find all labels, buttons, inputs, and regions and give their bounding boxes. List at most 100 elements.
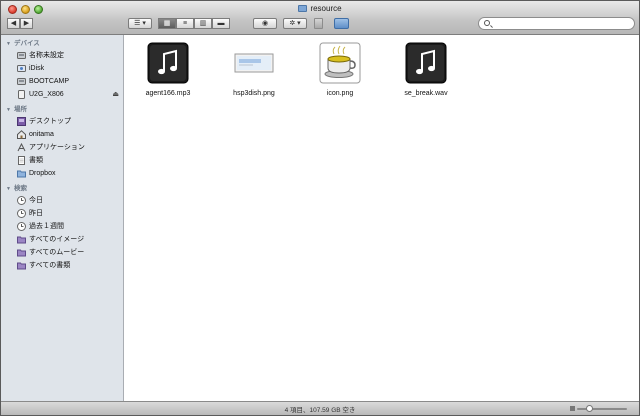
sidebar-item-label: BOOTCAMP: [29, 78, 70, 85]
sidebar-item-label: 過去１週間: [29, 223, 64, 230]
sidebar-item-desktop[interactable]: デスクトップ: [1, 115, 123, 128]
home-icon: [17, 130, 26, 139]
sidebar-item-today[interactable]: 今日: [1, 194, 123, 207]
section-title: 場所: [13, 106, 27, 113]
folder-icon: [17, 170, 26, 178]
section-header-devices[interactable]: ▼ デバイス: [1, 38, 123, 49]
column-view-icon: ▥: [199, 20, 207, 27]
section-title: 検索: [13, 185, 27, 192]
sidebar-section-places: ▼ 場所 デスクトップ onitama アプリケーション 書類 Dropbox: [1, 104, 123, 180]
slider-knob[interactable]: [586, 405, 593, 412]
sidebar-item-u2g[interactable]: U2G_X806 ⏏: [1, 88, 123, 101]
sidebar-item-all-movies[interactable]: すべてのムービー: [1, 246, 123, 259]
action-button[interactable]: ✲ ▾: [283, 18, 307, 29]
file-browser-area[interactable]: agent166.mp3 hsp3dish.png icon.png se_br…: [124, 35, 639, 401]
arrange-button[interactable]: ☰ ▾: [128, 18, 152, 29]
window-title: resource: [310, 4, 342, 13]
folder-icon: [298, 5, 308, 12]
small-icon-size-icon: [570, 406, 575, 411]
coverflow-view-button[interactable]: ▬: [212, 18, 230, 29]
back-button[interactable]: ◀: [7, 18, 20, 29]
eject-icon[interactable]: ⏏: [112, 88, 119, 101]
status-text: 4 項目、107.59 GB 空き: [284, 407, 356, 414]
sidebar-item-yesterday[interactable]: 昨日: [1, 207, 123, 220]
file-name[interactable]: agent166.mp3: [128, 90, 208, 97]
disk-icon: [17, 78, 26, 85]
sidebar-item-label: 昨日: [29, 210, 43, 217]
window-title-container: resource: [1, 4, 639, 13]
sidebar-item-home[interactable]: onitama: [1, 128, 123, 141]
icon-view-icon: ▦: [163, 20, 171, 27]
section-title: デバイス: [13, 40, 40, 47]
file-name[interactable]: se_break.wav: [386, 90, 466, 97]
sidebar-item-applications[interactable]: アプリケーション: [1, 141, 123, 154]
sidebar-item-label: デスクトップ: [29, 118, 71, 125]
file-name[interactable]: hsp3dish.png: [214, 90, 294, 97]
clock-icon: [17, 209, 26, 218]
image-file-icon: [234, 53, 274, 73]
section-header-search[interactable]: ▼ 検索: [1, 183, 123, 194]
sidebar-section-devices: ▼ デバイス 名称未設定 iDisk BOOTCAMP U2G_X806 ⏏: [1, 38, 123, 101]
sidebar-item-documents[interactable]: 書類: [1, 154, 123, 167]
idisk-icon: [17, 65, 26, 72]
forward-arrow-icon: ▶: [23, 20, 30, 27]
quicklook-button[interactable]: ◉: [253, 18, 277, 29]
file-item[interactable]: icon.png: [300, 42, 380, 102]
clock-icon: [17, 196, 26, 205]
sidebar-item-label: Dropbox: [29, 170, 56, 177]
music-file-icon: [405, 42, 447, 84]
sidebar-item-label: 名称未設定: [29, 52, 64, 59]
sidebar-item-label: onitama: [29, 131, 54, 138]
sidebar-item-all-images[interactable]: すべてのイメージ: [1, 233, 123, 246]
status-bar: 4 項目、107.59 GB 空き: [1, 401, 639, 415]
disk-icon: [17, 52, 26, 59]
sidebar-item-label: すべてのムービー: [29, 249, 85, 256]
sidebar-item-label: 書類: [29, 157, 43, 164]
search-field[interactable]: [478, 17, 635, 30]
file-name[interactable]: icon.png: [300, 90, 380, 97]
usb-disk-icon: [18, 90, 25, 99]
sidebar-item-past-week[interactable]: 過去１週間: [1, 220, 123, 233]
file-item[interactable]: hsp3dish.png: [214, 42, 294, 102]
file-item[interactable]: se_break.wav: [386, 42, 466, 102]
coverflow-view-icon: ▬: [217, 20, 225, 27]
desktop-icon: [17, 117, 26, 126]
smart-folder-icon: [17, 249, 26, 257]
applications-icon: [17, 143, 26, 152]
column-view-button[interactable]: ▥: [194, 18, 212, 29]
search-icon: [484, 20, 490, 26]
sidebar-section-search: ▼ 検索 今日 昨日 過去１週間 すべてのイメージ すべてのムービー すべての書…: [1, 183, 123, 272]
clock-icon: [17, 222, 26, 231]
sidebar-item-untitled[interactable]: 名称未設定: [1, 49, 123, 62]
icon-size-slider[interactable]: [577, 405, 627, 412]
sidebar-item-label: すべてのイメージ: [29, 236, 85, 243]
documents-icon: [18, 156, 25, 165]
sidebar-item-all-documents[interactable]: すべての書類: [1, 259, 123, 272]
list-view-icon: ≡: [182, 20, 188, 27]
arrange-menu-icon: ☰ ▾: [134, 20, 146, 27]
sidebar-item-label: iDisk: [29, 65, 45, 72]
burn-icon[interactable]: [314, 18, 323, 29]
forward-button[interactable]: ▶: [20, 18, 33, 29]
titlebar: resource ◀ ▶ ☰ ▾ ▦ ≡ ▥ ▬ ◉ ✲ ▾: [1, 1, 639, 35]
finder-window: resource ◀ ▶ ☰ ▾ ▦ ≡ ▥ ▬ ◉ ✲ ▾ ▼ デバイス 名称…: [0, 0, 640, 416]
sidebar-item-label: 今日: [29, 197, 43, 204]
sidebar-item-bootcamp[interactable]: BOOTCAMP: [1, 75, 123, 88]
smart-folder-icon: [17, 262, 26, 270]
sidebar-item-label: アプリケーション: [29, 144, 85, 151]
section-header-places[interactable]: ▼ 場所: [1, 104, 123, 115]
sidebar-item-label: U2G_X806: [29, 91, 64, 98]
sidebar-item-label: すべての書類: [29, 262, 71, 269]
file-item[interactable]: agent166.mp3: [128, 42, 208, 102]
sidebar-item-idisk[interactable]: iDisk: [1, 62, 123, 75]
smart-folder-icon: [17, 236, 26, 244]
icon-view-button[interactable]: ▦: [158, 18, 176, 29]
cup-image-icon: [319, 42, 361, 84]
gear-icon: ✲ ▾: [289, 20, 301, 27]
sidebar: ▼ デバイス 名称未設定 iDisk BOOTCAMP U2G_X806 ⏏ ▼…: [1, 35, 124, 401]
path-icon[interactable]: [334, 18, 349, 29]
sidebar-item-dropbox[interactable]: Dropbox: [1, 167, 123, 180]
back-arrow-icon: ◀: [10, 20, 17, 27]
list-view-button[interactable]: ≡: [176, 18, 194, 29]
music-file-icon: [147, 42, 189, 84]
